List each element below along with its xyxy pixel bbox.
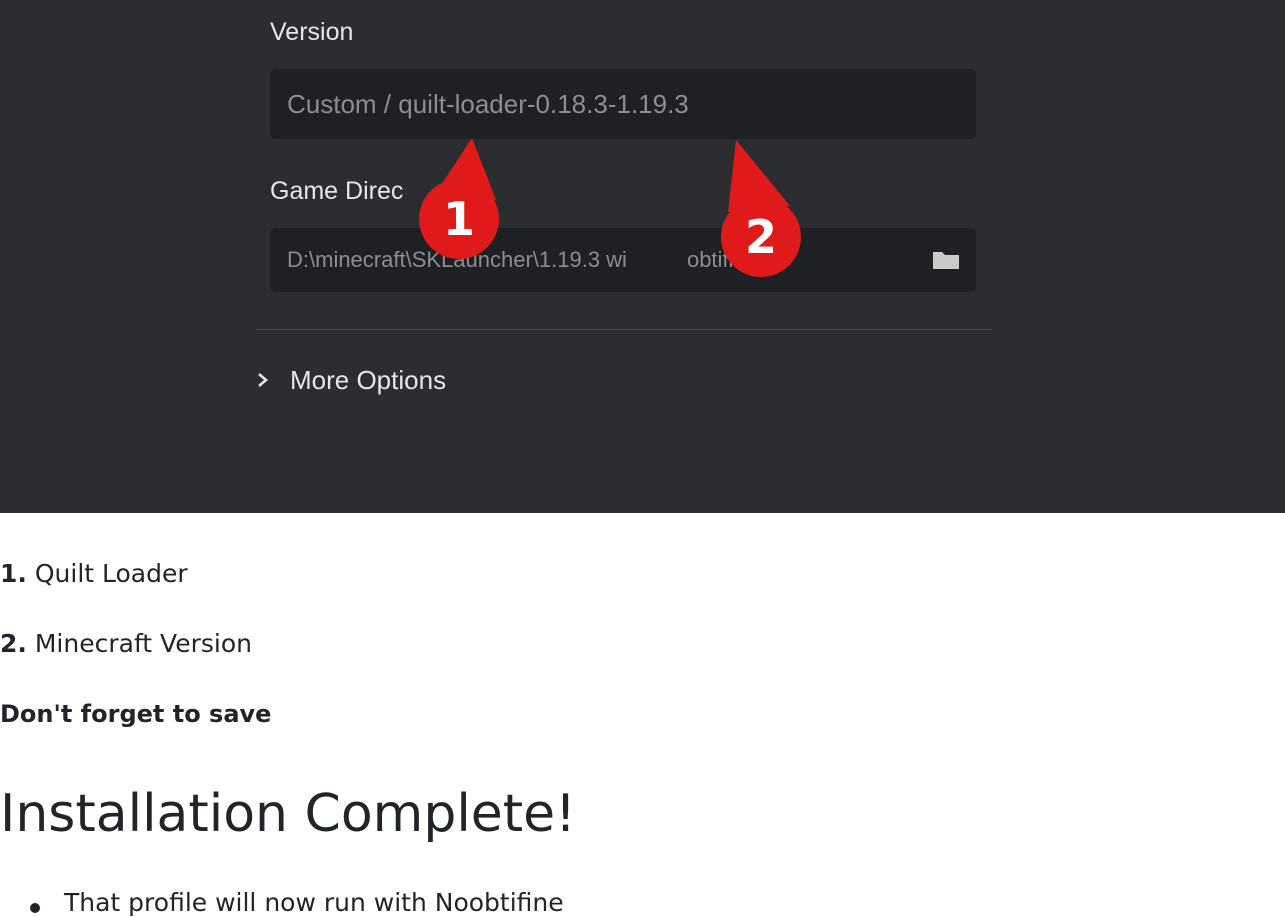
launcher-panel: Version Custom / quilt-loader-0.18.3-1.1… — [0, 0, 1285, 513]
game-directory-field[interactable]: D:\minecraft\SKLauncher\1.19.3 wi obtifi… — [270, 228, 976, 292]
step-text: Quilt Loader — [26, 559, 188, 588]
list-item: That profile will now run with Noobtifin… — [0, 888, 564, 917]
step-number: 1. — [0, 559, 27, 588]
bullet-list: That profile will now run with Noobtifin… — [0, 888, 564, 917]
chevron-right-icon — [258, 373, 268, 387]
version-select[interactable]: Custom / quilt-loader-0.18.3-1.19.3 — [270, 69, 976, 139]
version-label: Version — [270, 18, 354, 46]
folder-icon[interactable] — [932, 250, 960, 270]
game-directory-label: Game Direc — [270, 177, 404, 205]
step-item: 2. Minecraft Version — [0, 629, 252, 658]
section-heading: Installation Complete! — [0, 784, 576, 844]
more-options-toggle[interactable]: More Options — [254, 362, 446, 398]
step-item: 1. Quilt Loader — [0, 559, 188, 588]
version-value: Custom / quilt-loader-0.18.3-1.19.3 — [287, 88, 689, 119]
more-options-label: More Options — [290, 364, 447, 395]
game-directory-value: D:\minecraft\SKLauncher\1.19.3 wi — [287, 247, 627, 272]
game-directory-tail: obtifine — [686, 247, 758, 272]
step-number: 2. — [0, 629, 27, 658]
section-divider — [256, 329, 992, 330]
save-note: Don't forget to save — [0, 700, 272, 728]
step-text: Minecraft Version — [26, 629, 252, 658]
